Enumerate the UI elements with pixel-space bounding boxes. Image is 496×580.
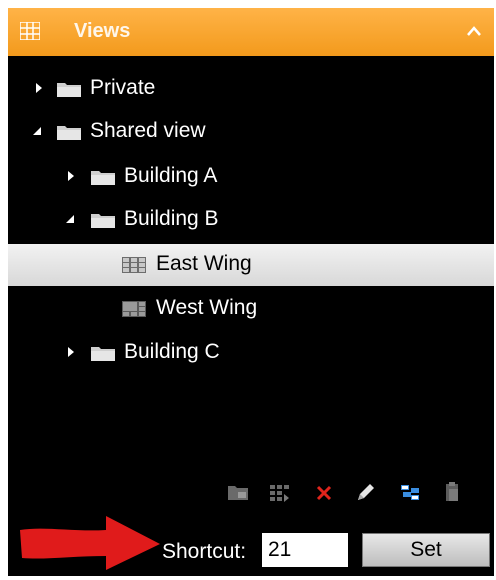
new-view-icon[interactable] — [268, 480, 292, 504]
tree-item-label: Shared view — [90, 119, 206, 142]
folder-icon — [91, 347, 115, 361]
tree-item-label: East Wing — [156, 252, 252, 275]
shortcut-label: Shortcut: — [162, 540, 247, 563]
shortcut-input[interactable] — [262, 533, 348, 567]
tree-item-building-c[interactable]: Building C — [8, 332, 494, 374]
folder-icon — [91, 214, 115, 228]
view-layout-icon — [122, 257, 146, 273]
delete-icon[interactable] — [312, 480, 336, 504]
view-layout-icon — [122, 301, 146, 317]
collapse-arrow-icon[interactable] — [32, 124, 42, 138]
folder-icon — [57, 83, 81, 97]
views-header[interactable]: Views — [8, 8, 494, 56]
red-arrow-pointer-icon — [20, 516, 160, 570]
tree-item-shared-view[interactable]: Shared view — [8, 111, 494, 153]
tree-item-label: West Wing — [156, 296, 258, 319]
collapse-arrow-icon[interactable] — [65, 212, 75, 226]
chevron-up-icon[interactable] — [464, 20, 484, 40]
expand-arrow-icon[interactable] — [66, 345, 76, 359]
new-group-icon[interactable] — [226, 480, 250, 504]
paste-icon[interactable] — [440, 480, 464, 504]
views-panel: Views Private Shared view Building A Bui… — [8, 8, 494, 576]
expand-arrow-icon[interactable] — [66, 169, 76, 183]
expand-arrow-icon[interactable] — [34, 81, 44, 95]
tree-item-label: Building A — [124, 164, 218, 187]
panel-title: Views — [74, 20, 131, 42]
rename-icon[interactable] — [354, 480, 378, 504]
set-button[interactable]: Set — [362, 533, 490, 567]
tree-item-private[interactable]: Private — [8, 68, 494, 110]
folder-icon — [91, 171, 115, 185]
tree-item-building-b[interactable]: Building B — [8, 199, 494, 241]
tree-item-label: Building B — [124, 207, 219, 230]
tree-item-label: Private — [90, 76, 156, 99]
tree-item-west-wing[interactable]: West Wing — [8, 288, 494, 330]
copy-view-icon[interactable] — [398, 480, 422, 504]
tree-item-label: Building C — [124, 340, 220, 363]
folder-icon — [57, 126, 81, 140]
grid-icon — [20, 22, 40, 40]
tree-item-east-wing[interactable]: East Wing — [8, 244, 494, 286]
tree-item-building-a[interactable]: Building A — [8, 156, 494, 198]
